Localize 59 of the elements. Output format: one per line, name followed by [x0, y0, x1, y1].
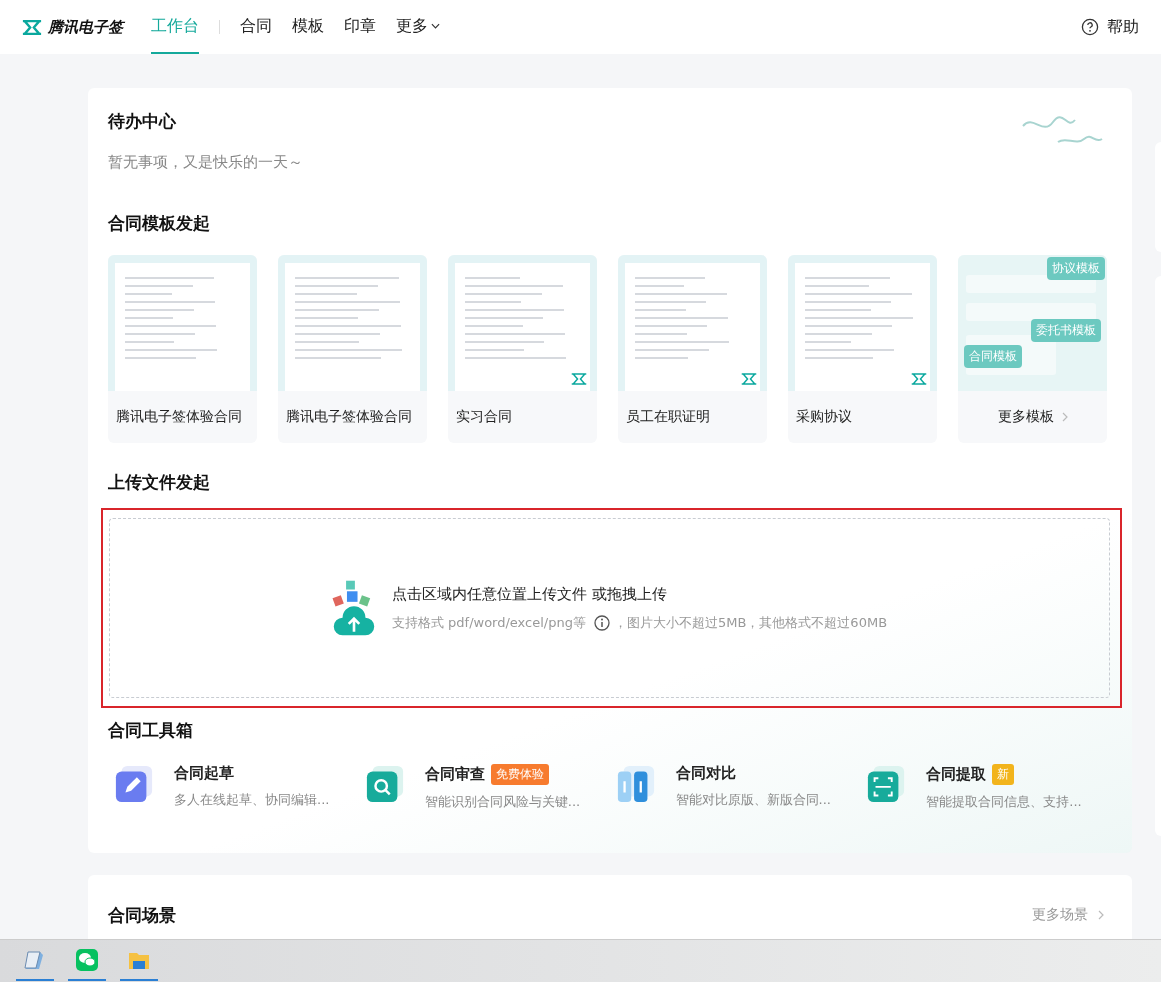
- help-icon: [1081, 18, 1099, 36]
- template-tag: 协议模板: [1047, 257, 1105, 280]
- compare-icon: [615, 764, 656, 804]
- tool-description: 智能对比原版、新版合同...: [675, 791, 831, 809]
- section-title: 合同工具箱: [108, 719, 194, 742]
- nav-tab[interactable]: 合同: [240, 0, 272, 54]
- tool-name: 合同起草: [174, 764, 234, 783]
- help-link[interactable]: 帮助: [1081, 16, 1139, 38]
- cloud-upload-icon: [331, 578, 376, 638]
- tool-description: 多人在线起草、协同编辑...: [174, 791, 330, 809]
- section-title: 合同模板发起: [108, 212, 211, 235]
- template-card[interactable]: 采购协议: [788, 255, 937, 443]
- chevron-right-icon: [1061, 412, 1068, 422]
- template-name: 采购协议: [795, 407, 853, 426]
- section-title: 合同场景: [108, 903, 176, 927]
- upload-hint: 支持格式 pdf/word/excel/png等: [391, 613, 586, 632]
- tool-item[interactable]: 合同对比 智能对比原版、新版合同...: [609, 764, 861, 811]
- template-card[interactable]: 腾讯电子签体验合同: [278, 255, 427, 443]
- pen-icon: [114, 764, 154, 804]
- template-card[interactable]: 员工在职证明: [618, 255, 767, 443]
- tool-description: 智能识别合同风险与关键...: [424, 793, 581, 811]
- chevron-right-icon: [1098, 910, 1104, 920]
- logo-icon: [741, 373, 757, 385]
- info-icon[interactable]: [593, 614, 610, 631]
- template-card[interactable]: 实习合同: [448, 255, 597, 443]
- template-tag: 合同模板: [964, 345, 1022, 368]
- tool-item[interactable]: 合同审查 免费体验 智能识别合同风险与关键...: [358, 764, 610, 811]
- logo-icon: [911, 373, 927, 385]
- tool-name: 合同对比: [675, 764, 736, 783]
- tool-badge: 新: [992, 764, 1015, 785]
- section-title: 上传文件发起: [108, 471, 211, 494]
- search-icon: [364, 764, 405, 804]
- logo-icon: [571, 373, 587, 385]
- tool-item[interactable]: 合同起草 多人在线起草、协同编辑...: [108, 764, 359, 811]
- scan-icon: [866, 764, 907, 804]
- caret-icon: [431, 23, 440, 29]
- section-title: 待办中心: [108, 110, 177, 133]
- tool-badge: 免费体验: [490, 764, 549, 785]
- template-card[interactable]: 腾讯电子签体验合同: [108, 255, 257, 443]
- template-name: 腾讯电子签体验合同: [115, 407, 243, 426]
- template-name: 员工在职证明: [625, 407, 711, 426]
- tool-item[interactable]: 合同提取 新 智能提取合同信息、支持...: [860, 764, 1111, 811]
- logo-text[interactable]: 腾讯电子签: [48, 17, 123, 37]
- upload-instruction: 点击区域内任意位置上传文件 或拖拽上传: [391, 584, 668, 604]
- more-templates-link[interactable]: 更多模板: [958, 391, 1107, 443]
- empty-state-text: 暂无事项，又是快乐的一天～: [108, 153, 304, 172]
- template-tag: 委托书模板: [1031, 319, 1101, 342]
- logo-icon: [22, 19, 42, 35]
- template-card[interactable]: 协议模板 委托书模板 合同模板 更多模板: [958, 255, 1107, 443]
- nav-tab[interactable]: 模板: [292, 0, 324, 54]
- tool-name: 合同提取: [926, 765, 987, 784]
- tool-name: 合同审查: [424, 765, 485, 784]
- nav-tab[interactable]: 印章: [344, 0, 376, 54]
- tool-description: 智能提取合同信息、支持...: [926, 793, 1082, 811]
- template-name: 实习合同: [455, 407, 513, 426]
- upload-hint: ，图片大小不超过5MB，其他格式不超过60MB: [613, 613, 888, 632]
- upload-drop-zone[interactable]: 点击区域内任意位置上传文件 或拖拽上传 支持格式 pdf/word/excel/png等 ，图片大小不超过5MB，其他格式不超过60MB: [109, 518, 1110, 698]
- nav-more-menu[interactable]: 更多: [396, 0, 440, 54]
- template-name: 腾讯电子签体验合同: [285, 407, 413, 426]
